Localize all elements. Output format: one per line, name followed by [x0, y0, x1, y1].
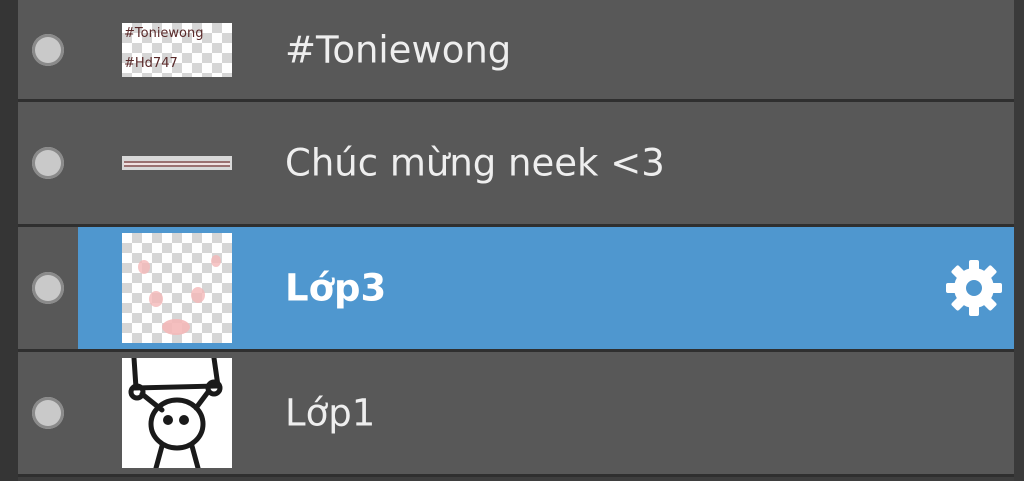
layer-thumbnail: #Toniewong #Hd747: [122, 22, 232, 77]
layer-list: #Toniewong #Hd747 #Toniewong Chúc mừng n…: [18, 0, 1014, 477]
visibility-toggle-icon[interactable]: [32, 397, 64, 429]
thumbnail-text-line2: #Hd747: [124, 55, 178, 71]
visibility-toggle-icon[interactable]: [32, 272, 64, 304]
layer-name[interactable]: Lớp1: [285, 392, 375, 435]
visibility-toggle-icon[interactable]: [32, 33, 64, 66]
layer-name[interactable]: Chúc mừng neek <3: [285, 142, 665, 185]
layers-panel: #Toniewong #Hd747 #Toniewong Chúc mừng n…: [0, 0, 1024, 481]
layer-row-lop3[interactable]: Lớp3: [18, 227, 1014, 352]
layer-row-toniewong[interactable]: #Toniewong #Hd747 #Toniewong: [18, 0, 1014, 102]
panel-left-edge: [0, 0, 18, 481]
layer-thumbnail: [122, 233, 232, 343]
text-strip-graphic: [124, 161, 230, 167]
layer-row-chuc-mung[interactable]: Chúc mừng neek <3: [18, 102, 1014, 227]
layer-thumbnail: [122, 358, 232, 468]
gear-icon[interactable]: [944, 258, 1004, 318]
layer-thumbnail: [122, 156, 232, 170]
visibility-toggle-icon[interactable]: [32, 147, 64, 179]
thumbnail-text-line1: #Toniewong: [124, 25, 204, 41]
panel-scrollbar[interactable]: [1014, 0, 1024, 481]
layer-name[interactable]: #Toniewong: [285, 28, 511, 71]
layer-name[interactable]: Lớp3: [285, 267, 386, 310]
pink-blush-graphic: [138, 255, 221, 335]
layer-row-lop1[interactable]: Lớp1: [18, 352, 1014, 477]
character-drawing-graphic: [128, 358, 223, 468]
